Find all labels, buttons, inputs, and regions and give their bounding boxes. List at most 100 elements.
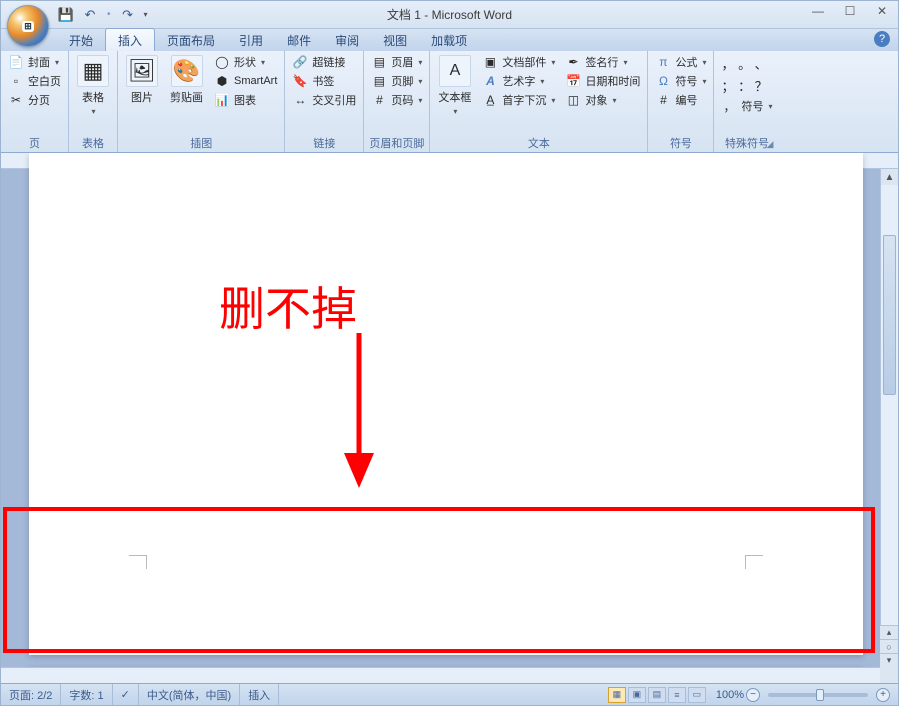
- office-button[interactable]: ⊞: [7, 5, 49, 47]
- pagenum-label: 页码: [391, 92, 413, 108]
- tab-mailings[interactable]: 邮件: [275, 29, 323, 51]
- table-button[interactable]: ▦ 表格 ▾: [73, 53, 113, 118]
- horizontal-scrollbar[interactable]: [1, 667, 880, 683]
- datetime-button[interactable]: 📅日期和时间: [562, 72, 643, 90]
- browse-nav: ▴ ○ ▾: [880, 625, 898, 667]
- dropdown-icon: ▾: [702, 77, 706, 86]
- tab-insert[interactable]: 插入: [105, 28, 155, 51]
- header-button[interactable]: ▤页眉▾: [368, 53, 425, 71]
- scroll-track[interactable]: [881, 185, 898, 651]
- tab-references[interactable]: 引用: [227, 29, 275, 51]
- view-outline-icon[interactable]: ≡: [668, 687, 686, 703]
- quickparts-icon: ▣: [482, 54, 498, 70]
- shapes-button[interactable]: ◯形状▾: [211, 53, 280, 71]
- bookmark-label: 书签: [312, 73, 334, 89]
- dropcap-button[interactable]: A̲首字下沉▾: [479, 91, 558, 109]
- bookmark-button[interactable]: 🔖书签: [289, 72, 359, 90]
- minimize-button[interactable]: —: [802, 1, 834, 21]
- special-row2[interactable]: ； ： ？: [718, 75, 775, 96]
- scroll-up-icon[interactable]: ▲: [881, 169, 898, 185]
- textbox-button[interactable]: A文本框▾: [434, 53, 475, 118]
- special-symbol-label: 符号: [741, 98, 763, 114]
- window-controls: — ☐ ✕: [802, 1, 898, 21]
- hyperlink-icon: 🔗: [292, 54, 308, 70]
- group-headerfooter: ▤页眉▾ ▤页脚▾ #页码▾ 页眉和页脚: [364, 51, 430, 152]
- special-symbol-button[interactable]: ，符号▾: [718, 97, 775, 115]
- undo-icon[interactable]: ↶: [81, 6, 99, 24]
- number-button[interactable]: #编号: [652, 91, 709, 109]
- maximize-button[interactable]: ☐: [834, 1, 866, 21]
- status-insert-mode[interactable]: 插入: [240, 684, 279, 705]
- zoom-knob[interactable]: [816, 689, 824, 701]
- page-break-label: 分页: [28, 92, 50, 108]
- wordart-label: 艺术字: [502, 73, 535, 89]
- view-print-layout-icon[interactable]: ▦: [608, 687, 626, 703]
- chart-button[interactable]: 📊图表: [211, 91, 280, 109]
- textbox-icon: A: [439, 55, 471, 87]
- window-title: 文档 1 - Microsoft Word: [387, 6, 512, 23]
- wordart-button[interactable]: A艺术字▾: [479, 72, 558, 90]
- annotation-rect: [3, 507, 875, 653]
- tab-view[interactable]: 视图: [371, 29, 419, 51]
- cover-page-button[interactable]: 📄封面▾: [5, 53, 64, 71]
- ribbon: 📄封面▾ ▫空白页 ✂分页 页 ▦ 表格 ▾ 表格 🖼图片 🎨剪贴画: [1, 51, 898, 153]
- vertical-scrollbar[interactable]: ▲ ▼: [880, 169, 898, 667]
- smartart-label: SmartArt: [234, 75, 277, 87]
- object-button[interactable]: ◫对象▾: [562, 91, 643, 109]
- group-pages-title: 页: [5, 133, 64, 152]
- special-row1[interactable]: ， 。 、: [718, 53, 775, 74]
- footer-label: 页脚: [391, 73, 413, 89]
- status-page[interactable]: 页面: 2/2: [1, 684, 61, 705]
- help-icon[interactable]: ?: [874, 31, 890, 47]
- page-break-button[interactable]: ✂分页: [5, 91, 64, 109]
- cover-page-label: 封面: [28, 54, 50, 70]
- group-text: A文本框▾ ▣文档部件▾ A艺术字▾ A̲首字下沉▾ ✒签名行▾ 📅日期和时间 …: [430, 51, 648, 152]
- textbox-label: 文本框: [438, 89, 471, 105]
- status-words[interactable]: 字数: 1: [61, 684, 112, 705]
- pagenum-button[interactable]: #页码▾: [368, 91, 425, 109]
- chart-icon: 📊: [214, 92, 230, 108]
- tab-review[interactable]: 审阅: [323, 29, 371, 51]
- equation-button[interactable]: π公式▾: [652, 53, 709, 71]
- footer-button[interactable]: ▤页脚▾: [368, 72, 425, 90]
- crossref-button[interactable]: ↔交叉引用: [289, 91, 359, 109]
- table-label: 表格: [82, 89, 104, 105]
- save-icon[interactable]: 💾: [57, 6, 75, 24]
- smartart-button[interactable]: ⬢SmartArt: [211, 72, 280, 90]
- tab-addins[interactable]: 加载项: [419, 29, 479, 51]
- close-button[interactable]: ✕: [866, 1, 898, 21]
- tab-page-layout[interactable]: 页面布局: [155, 29, 227, 51]
- view-draft-icon[interactable]: ▭: [688, 687, 706, 703]
- browse-object-icon[interactable]: ○: [880, 639, 898, 653]
- annotation-text: 删不掉: [219, 273, 357, 339]
- blank-page-button[interactable]: ▫空白页: [5, 72, 64, 90]
- view-full-screen-icon[interactable]: ▣: [628, 687, 646, 703]
- group-launcher-icon[interactable]: ◢: [767, 139, 774, 150]
- table-icon: ▦: [77, 55, 109, 87]
- quickparts-button[interactable]: ▣文档部件▾: [479, 53, 558, 71]
- zoom-slider[interactable]: [768, 693, 868, 697]
- qat-dropdown-icon[interactable]: ▾: [144, 10, 148, 19]
- symbol-button[interactable]: Ω符号▾: [652, 72, 709, 90]
- dropdown-icon: ▾: [551, 96, 555, 105]
- status-proof-icon[interactable]: ✓: [113, 684, 139, 705]
- view-web-layout-icon[interactable]: ▤: [648, 687, 666, 703]
- status-language[interactable]: 中文(简体，中国): [139, 684, 240, 705]
- next-page-icon[interactable]: ▾: [880, 653, 898, 667]
- dropcap-label: 首字下沉: [502, 92, 546, 108]
- group-symbols-title: 符号: [652, 133, 709, 152]
- dropdown-icon: ▾: [702, 58, 706, 67]
- zoom-in-button[interactable]: +: [876, 688, 890, 702]
- tab-home[interactable]: 开始: [57, 29, 105, 51]
- zoom-level[interactable]: 100%: [716, 689, 744, 701]
- picture-button[interactable]: 🖼图片: [122, 53, 162, 107]
- hyperlink-button[interactable]: 🔗超链接: [289, 53, 359, 71]
- scroll-thumb[interactable]: [883, 235, 896, 395]
- redo-icon[interactable]: ↷: [119, 6, 137, 24]
- prev-page-icon[interactable]: ▴: [880, 625, 898, 639]
- sigline-button[interactable]: ✒签名行▾: [562, 53, 643, 71]
- hyperlink-label: 超链接: [312, 54, 345, 70]
- zoom-out-button[interactable]: −: [746, 688, 760, 702]
- clipart-button[interactable]: 🎨剪贴画: [166, 53, 207, 107]
- dropdown-icon: ▾: [91, 107, 95, 116]
